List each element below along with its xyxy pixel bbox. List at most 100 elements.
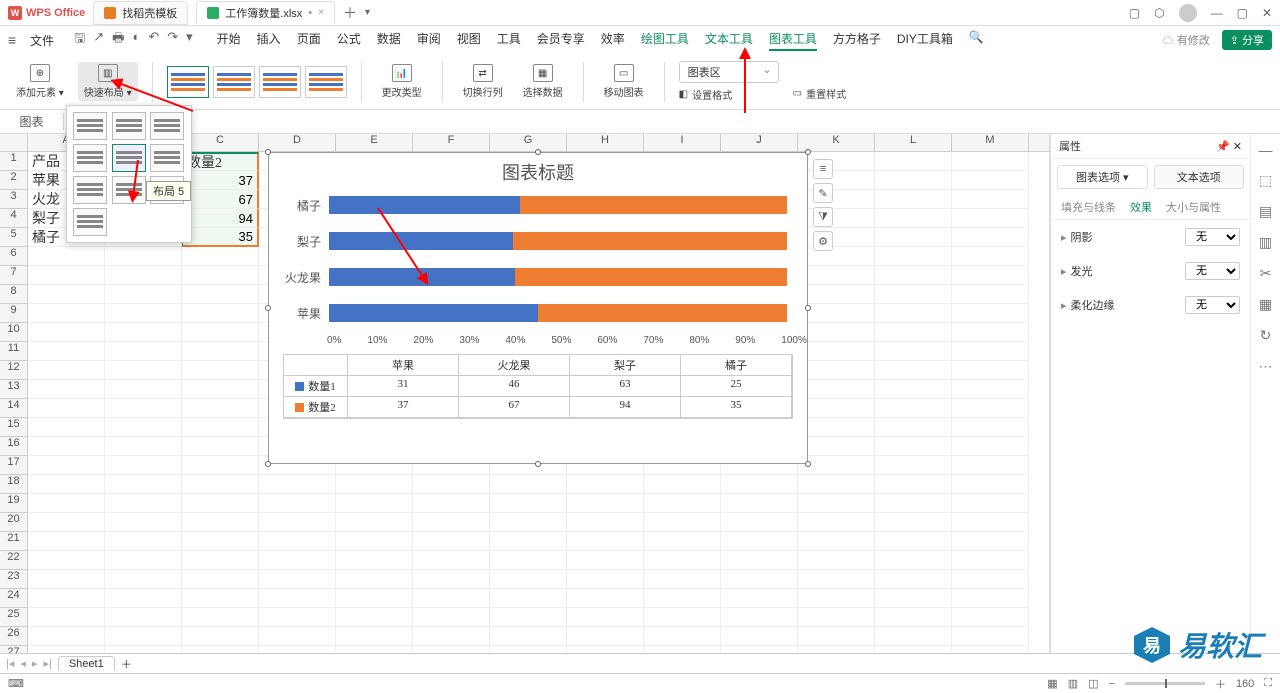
tab-chart-options[interactable]: 图表选项 ▾: [1057, 165, 1148, 189]
qat-more-icon[interactable]: ▾: [186, 29, 193, 51]
redo-icon[interactable]: ↷: [167, 29, 178, 51]
close-window-icon[interactable]: ✕: [1262, 6, 1272, 20]
prop-softedge[interactable]: ▸柔化边缘无: [1051, 288, 1250, 322]
side-refresh-icon[interactable]: ↻: [1260, 327, 1272, 344]
softedge-select[interactable]: 无: [1185, 296, 1240, 314]
chart-elements-icon[interactable]: ≡: [813, 159, 833, 179]
file-menu[interactable]: 文件: [24, 30, 60, 51]
new-tab-button[interactable]: ＋: [343, 3, 357, 23]
style-thumb-1[interactable]: [167, 66, 209, 98]
menu-chart-tools[interactable]: 图表工具: [769, 30, 817, 51]
close-panel-icon[interactable]: ✕: [1233, 141, 1242, 153]
change-type-button[interactable]: 📊更改类型: [376, 62, 428, 101]
menu-page[interactable]: 页面: [297, 30, 321, 51]
undo-icon[interactable]: ↶: [148, 29, 159, 51]
sheet-last-icon[interactable]: ▸|: [43, 657, 51, 670]
fullscreen-icon[interactable]: ⛶: [1264, 677, 1272, 690]
chart-styles-icon[interactable]: ✎: [813, 183, 833, 203]
subtab-fill[interactable]: 填充与线条: [1061, 199, 1116, 215]
search-icon[interactable]: 🔍: [969, 30, 984, 51]
col-L[interactable]: L: [875, 134, 952, 151]
col-E[interactable]: E: [336, 134, 413, 151]
style-thumb-2[interactable]: [213, 66, 255, 98]
select-all-corner[interactable]: [0, 134, 28, 151]
sheet-next-icon[interactable]: ▸: [32, 657, 38, 670]
chart-object[interactable]: 图表标题 橘子梨子火龙果苹果 0%10%20%30%40%50%60%70%80…: [268, 152, 808, 464]
maximize-icon[interactable]: ▢: [1237, 6, 1248, 20]
layout-6[interactable]: [150, 144, 184, 172]
menu-fangfang[interactable]: 方方格子: [833, 30, 881, 51]
chart-title[interactable]: 图表标题: [269, 153, 807, 187]
sheet-first-icon[interactable]: |◂: [6, 657, 14, 670]
col-J[interactable]: J: [721, 134, 798, 151]
side-filter-icon[interactable]: ▥: [1259, 234, 1272, 251]
zoom-in-icon[interactable]: ＋: [1215, 676, 1226, 692]
chart-filter-icon[interactable]: ⧩: [813, 207, 833, 227]
menu-start[interactable]: 开始: [217, 30, 241, 51]
zoom-slider[interactable]: [1125, 682, 1205, 685]
style-thumb-3[interactable]: [259, 66, 301, 98]
layout-10[interactable]: [73, 208, 107, 236]
layout-4[interactable]: [73, 144, 107, 172]
tab-menu-button[interactable]: ▾: [365, 7, 370, 18]
menu-review[interactable]: 审阅: [417, 30, 441, 51]
tab-workbook[interactable]: 工作簿数量.xlsx•×: [196, 1, 335, 25]
pin-icon[interactable]: 📌: [1216, 141, 1230, 153]
print-icon[interactable]: 🖶: [112, 29, 124, 51]
close-icon[interactable]: ×: [318, 7, 324, 18]
subtab-effect[interactable]: 效果: [1130, 199, 1152, 215]
col-I[interactable]: I: [644, 134, 721, 151]
tab-text-options[interactable]: 文本选项: [1154, 165, 1245, 189]
style-thumb-4[interactable]: [305, 66, 347, 98]
move-chart-button[interactable]: ▭移动图表: [598, 62, 650, 101]
subtab-size[interactable]: 大小与属性: [1166, 199, 1221, 215]
col-D[interactable]: D: [259, 134, 336, 151]
save-icon[interactable]: 🖫: [74, 29, 85, 51]
menu-icon[interactable]: ≡: [8, 32, 16, 48]
cloud-status[interactable]: ☁ 有修改: [1163, 32, 1210, 48]
menu-efficiency[interactable]: 效率: [601, 30, 625, 51]
menu-tools[interactable]: 工具: [497, 30, 521, 51]
menu-drawing-tools[interactable]: 绘图工具: [641, 30, 689, 51]
side-layers-icon[interactable]: ▦: [1259, 296, 1272, 313]
layout-7[interactable]: [73, 176, 107, 204]
glow-select[interactable]: 无: [1185, 262, 1240, 280]
menu-text-tools[interactable]: 文本工具: [705, 30, 753, 51]
sheet-tab-1[interactable]: Sheet1: [58, 656, 115, 671]
layout-dropdown[interactable]: [66, 105, 192, 243]
col-M[interactable]: M: [952, 134, 1029, 151]
window-restore-icon[interactable]: ▢: [1129, 6, 1140, 20]
prop-shadow[interactable]: ▸阴影无: [1051, 220, 1250, 254]
sheet-prev-icon[interactable]: ◂: [20, 657, 26, 670]
select-data-button[interactable]: ▦选择数据: [517, 62, 569, 101]
layout-8[interactable]: [112, 176, 146, 204]
tab-templates[interactable]: 找稻壳模板: [93, 1, 188, 25]
side-more-icon[interactable]: ⋯: [1259, 358, 1273, 375]
chart-settings-icon[interactable]: ⚙: [813, 231, 833, 251]
minimize-icon[interactable]: —: [1211, 6, 1223, 20]
add-element-button[interactable]: ⊕添加元素 ▾: [10, 62, 70, 101]
menu-vip[interactable]: 会员专享: [537, 30, 585, 51]
side-select-icon[interactable]: ⬚: [1259, 172, 1272, 189]
side-minus-icon[interactable]: —: [1259, 142, 1273, 158]
view-page-icon[interactable]: ▥: [1068, 677, 1078, 690]
menu-diy[interactable]: DIY工具箱: [897, 30, 953, 51]
col-C[interactable]: C: [182, 134, 259, 151]
layout-3[interactable]: [150, 112, 184, 140]
switch-rowcol-button[interactable]: ⇄切换行列: [457, 62, 509, 101]
chart-area-select[interactable]: 图表区: [679, 61, 779, 83]
menu-data[interactable]: 数据: [377, 30, 401, 51]
cube-icon[interactable]: ⬡: [1154, 6, 1164, 20]
add-sheet-button[interactable]: ＋: [121, 656, 132, 672]
col-G[interactable]: G: [490, 134, 567, 151]
menu-view[interactable]: 视图: [457, 30, 481, 51]
name-box[interactable]: 图表: [0, 113, 64, 130]
export-icon[interactable]: ↗: [93, 29, 104, 51]
prop-glow[interactable]: ▸发光无: [1051, 254, 1250, 288]
preview-icon[interactable]: ◐: [132, 29, 140, 51]
col-F[interactable]: F: [413, 134, 490, 151]
side-sort-icon[interactable]: ✂: [1260, 265, 1272, 282]
menu-formula[interactable]: 公式: [337, 30, 361, 51]
style-gallery[interactable]: [167, 66, 347, 98]
view-normal-icon[interactable]: ▦: [1047, 677, 1057, 690]
